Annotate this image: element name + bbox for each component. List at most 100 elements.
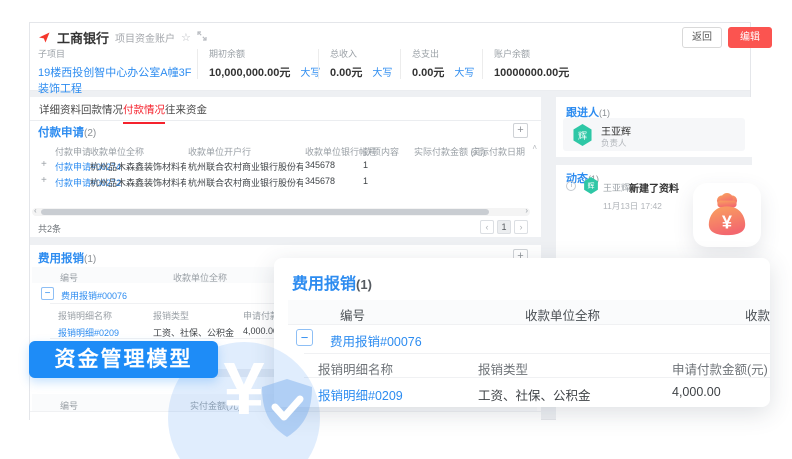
section-divider xyxy=(30,237,541,245)
record-header: 工商银行 项目资金账户 ☆ 返回 编辑 子项目 19楼西投创智中心办公室A幢3F… xyxy=(30,23,750,91)
sub-col-header: 报销明细名称 xyxy=(58,309,112,322)
table-scroll-up-icon[interactable]: ˄ xyxy=(532,143,537,152)
col-header: 收款单位全称 xyxy=(173,271,227,284)
bank-cell: 杭州联合农村商业银行股份有限公司半山支行 xyxy=(188,176,303,189)
expand-row-icon[interactable]: + xyxy=(41,175,47,186)
stat-value: 0.00元 xyxy=(330,67,362,79)
page-title: 工商银行 xyxy=(57,28,109,47)
scroll-right-icon[interactable]: › xyxy=(525,206,528,215)
payee-cell: 杭州品木森鑫装饰材料有限公司 xyxy=(90,160,186,173)
feed-timestamp: 11月13日 17:42 xyxy=(603,200,662,212)
col-header: 收款单位开户行 xyxy=(188,145,251,158)
col-header: 付款申请 xyxy=(55,145,91,158)
stat-label: 总支出 xyxy=(412,47,474,60)
star-icon[interactable]: ☆ xyxy=(181,31,191,44)
expense-link[interactable]: 费用报销#00076 xyxy=(330,331,422,350)
sub-col-header: 申请付款金额(元) xyxy=(672,359,768,378)
expense-section-title: 费用报销(1) xyxy=(38,250,96,266)
current-page[interactable]: 1 xyxy=(497,220,511,234)
section-count: (1) xyxy=(84,254,96,265)
followers-count: (1) xyxy=(599,108,610,118)
section-title-text: 付款申请 xyxy=(38,127,84,139)
caps-link[interactable]: 大写 xyxy=(454,68,474,79)
stat-label: 账户余额 xyxy=(494,47,569,60)
detail-link[interactable]: 报销明细#0209 xyxy=(318,385,403,404)
stat-label: 总收入 xyxy=(330,47,392,60)
col-header: 编号 xyxy=(60,271,78,284)
svg-text:¥: ¥ xyxy=(722,212,733,232)
tab-details[interactable]: 详细资料 xyxy=(39,102,81,117)
follower-role: 负责人 xyxy=(601,137,627,149)
stat-value: 0.00元 xyxy=(412,67,444,79)
type-cell: 工资、社保、公积金 xyxy=(478,385,591,404)
divider xyxy=(318,49,319,79)
tab-receipts[interactable]: 回款情况 xyxy=(81,102,123,117)
stat-account-balance: 账户余额 10000000.00元 xyxy=(494,47,569,80)
divider xyxy=(288,324,770,325)
page-subtitle: 项目资金账户 xyxy=(115,30,175,45)
col-header: 收款单位全称 xyxy=(525,305,600,324)
pagination: ‹ 1 › xyxy=(480,220,528,234)
collapse-row-icon[interactable]: − xyxy=(296,329,313,346)
col-header: 实际付款日期 xyxy=(471,145,525,158)
col-header: 收款单位全称 xyxy=(90,145,144,158)
amount-cell: 4,000.00 xyxy=(672,385,721,399)
sub-col-header: 报销类型 xyxy=(153,309,189,322)
payee-cell: 杭州品木森鑫装饰材料有限公司 xyxy=(90,176,186,189)
follower-name: 王亚辉 xyxy=(601,123,631,138)
popup-title-text: 费用报销 xyxy=(292,276,356,293)
model-badge: 资金管理模型 xyxy=(29,341,218,378)
sub-col-header: 报销明细名称 xyxy=(318,359,393,378)
tab-payments[interactable]: 付款情况 xyxy=(123,102,165,117)
content-cell: 1 xyxy=(363,160,368,170)
money-bag-icon: ¥ xyxy=(704,193,750,237)
bank-cell: 杭州联合农村商业银行股份有限公司半山支行 xyxy=(188,160,303,173)
col-header: 收款单位开户行 xyxy=(745,305,770,324)
tab-bar: 详细资料 回款情况 付款情况 往来资金 xyxy=(30,97,541,121)
section-title-text: 费用报销 xyxy=(38,253,84,265)
divider xyxy=(304,377,770,378)
prev-page-button[interactable]: ‹ xyxy=(480,220,494,234)
record-type-icon xyxy=(38,31,51,44)
divider xyxy=(197,49,198,79)
clock-icon xyxy=(566,181,576,191)
avatar: 辉 xyxy=(572,124,593,146)
back-button[interactable]: 返回 xyxy=(682,27,722,48)
stat-subproject: 子项目 19楼西投创智中心办公室A幢3F装饰工程 xyxy=(38,47,193,96)
sub-col-header: 报销类型 xyxy=(478,359,528,378)
stat-opening-balance: 期初余额 10,000,000.00元大写 xyxy=(209,47,320,80)
payment-total-count: 共2条 xyxy=(38,222,61,235)
stat-value: 10000000.00元 xyxy=(494,64,569,80)
stat-value: 10,000,000.00元 xyxy=(209,67,290,79)
feed-user[interactable]: 王亚辉 xyxy=(603,181,630,194)
payment-section-title: 付款申请(2) xyxy=(38,124,96,140)
account-cell: 345678 xyxy=(305,176,335,186)
next-page-button[interactable]: › xyxy=(514,220,528,234)
scroll-left-icon[interactable]: ‹ xyxy=(34,206,37,215)
divider xyxy=(400,49,401,79)
section-divider xyxy=(556,157,752,165)
add-payment-button[interactable]: + xyxy=(513,123,528,138)
caps-link[interactable]: 大写 xyxy=(372,68,392,79)
expand-row-icon[interactable]: + xyxy=(41,159,47,170)
horizontal-scrollbar[interactable]: ‹ › xyxy=(32,208,530,216)
tab-transactions[interactable]: 往来资金 xyxy=(165,102,207,117)
stat-label: 子项目 xyxy=(38,47,193,60)
divider xyxy=(304,353,770,354)
divider xyxy=(30,411,541,412)
money-bag-card: ¥ xyxy=(693,183,761,247)
follower-item[interactable]: 辉 王亚辉 负责人 xyxy=(563,118,745,151)
fullscreen-icon[interactable] xyxy=(197,31,207,44)
edit-button[interactable]: 编辑 xyxy=(728,27,772,48)
collapse-row-icon[interactable]: − xyxy=(41,287,54,300)
col-header: 编号 xyxy=(340,305,365,324)
account-cell: 345678 xyxy=(305,160,335,170)
feed-action: 新建了资料 xyxy=(629,180,679,195)
section-count: (2) xyxy=(84,128,96,139)
popup-title: 费用报销(1) xyxy=(292,270,372,294)
scrollbar-thumb[interactable] xyxy=(41,209,489,215)
content-cell: 1 xyxy=(363,176,368,186)
divider xyxy=(482,49,483,79)
subproject-link[interactable]: 19楼西投创智中心办公室A幢3F装饰工程 xyxy=(38,64,193,96)
expense-link[interactable]: 费用报销#00076 xyxy=(61,289,127,302)
